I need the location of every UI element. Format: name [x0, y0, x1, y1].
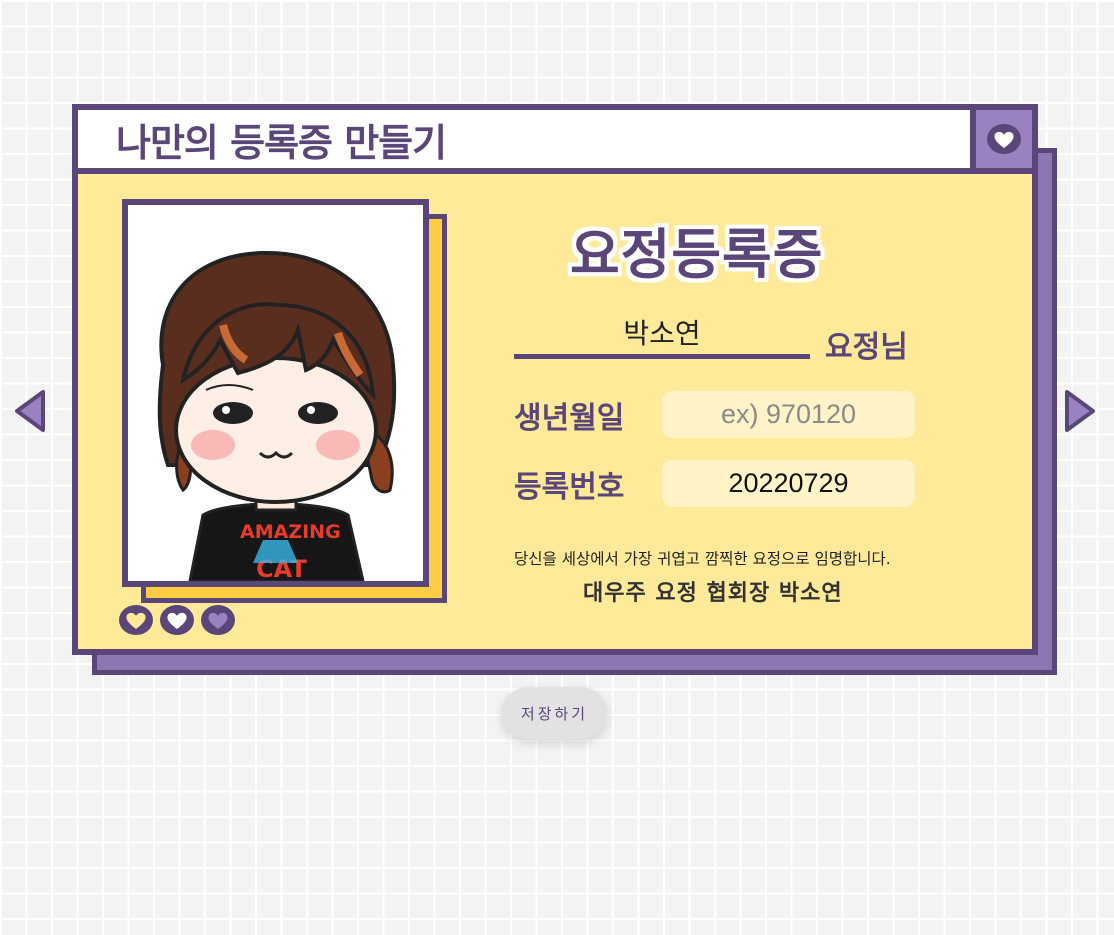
card-heading: 요정등록증 — [570, 223, 824, 286]
birthdate-label: 생년월일 — [514, 401, 625, 436]
registration-number-value: 20220729 — [728, 468, 849, 498]
page-title: 나만의 등록증 만들기 — [116, 120, 447, 165]
name-value: 박소연 — [623, 317, 701, 350]
title-heart-box[interactable] — [970, 104, 1038, 174]
heart-icon — [160, 605, 194, 635]
heart-icon — [987, 124, 1021, 154]
profile-photo[interactable]: AMAZING CAT — [122, 199, 429, 587]
hearts-row — [118, 604, 236, 636]
title-bar: 나만의 등록증 만들기 — [72, 104, 976, 174]
heart-icon — [201, 605, 235, 635]
triangle-left-icon — [15, 390, 45, 432]
appointment-statement: 당신을 세상에서 가장 귀엽고 깜찍한 요정으로 임명합니다. — [514, 550, 891, 568]
heart-icon — [119, 605, 153, 635]
birthdate-placeholder: ex) 970120 — [720, 399, 857, 429]
next-arrow[interactable] — [1063, 388, 1097, 438]
character-illustration: AMAZING CAT — [157, 250, 397, 581]
name-field[interactable]: 박소연 — [514, 315, 810, 359]
save-button[interactable]: 저장하기 — [502, 687, 607, 739]
signer-text: 대우주 요정 협회장 박소연 — [583, 581, 843, 606]
prev-arrow[interactable] — [13, 388, 47, 438]
birthdate-input[interactable]: ex) 970120 — [662, 391, 915, 438]
registration-number-input[interactable]: 20220729 — [662, 460, 915, 507]
name-suffix: 요정님 — [825, 330, 908, 365]
shirt-text-top: AMAZING — [240, 521, 341, 543]
registration-number-label: 등록번호 — [514, 470, 625, 505]
triangle-right-icon — [1065, 390, 1095, 432]
